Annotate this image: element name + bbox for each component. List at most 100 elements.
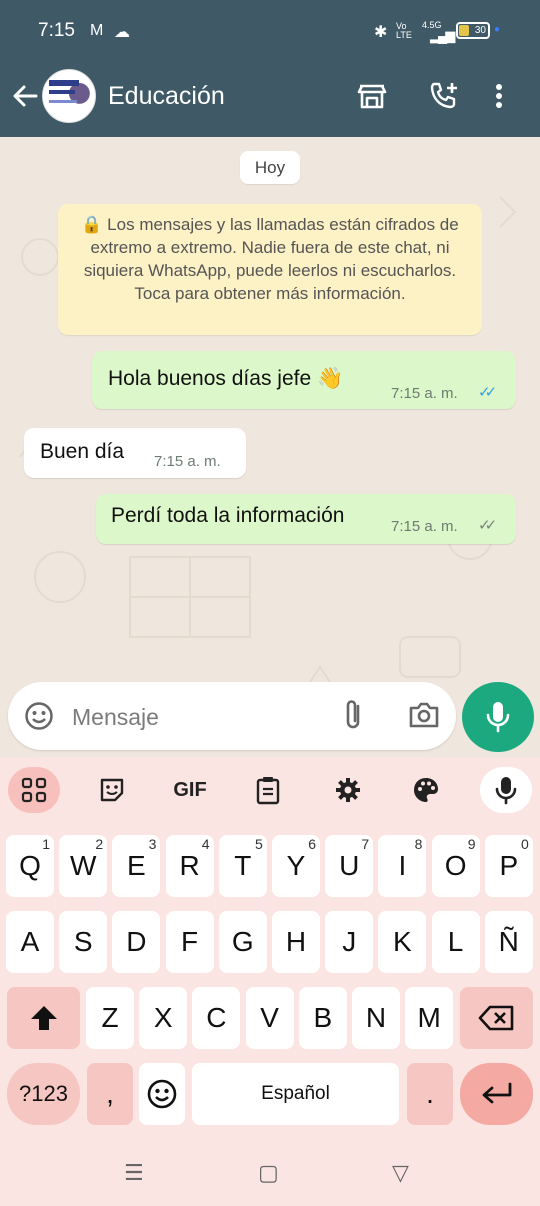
message-time: 7:15 a. m. bbox=[391, 518, 458, 535]
key-w[interactable]: W2 bbox=[59, 835, 108, 897]
key-z[interactable]: Z bbox=[86, 987, 134, 1049]
key-n[interactable]: N bbox=[352, 987, 400, 1049]
key-label: B bbox=[313, 1002, 333, 1033]
emoji-key[interactable] bbox=[139, 1063, 185, 1125]
comma-key[interactable]: , bbox=[87, 1063, 133, 1125]
backspace-icon bbox=[478, 1005, 513, 1031]
key-label: S bbox=[73, 926, 93, 957]
key-label: J bbox=[342, 926, 357, 957]
message-outgoing[interactable]: Perdí toda la información 7:15 a. m. ✓✓ bbox=[96, 494, 516, 544]
key-label: A bbox=[20, 926, 40, 957]
key-hint-number: 3 bbox=[148, 836, 157, 852]
more-vert-icon[interactable] bbox=[492, 80, 506, 112]
key-hint-number: 7 bbox=[361, 836, 370, 852]
key-y[interactable]: Y6 bbox=[272, 835, 320, 897]
key-hint-number: 5 bbox=[255, 836, 263, 852]
key-r[interactable]: R4 bbox=[165, 835, 214, 897]
store-icon[interactable] bbox=[356, 80, 388, 112]
key-s[interactable]: S bbox=[59, 911, 108, 973]
chat-title[interactable]: Educación bbox=[108, 82, 225, 111]
key-h[interactable]: H bbox=[272, 911, 320, 973]
key-d[interactable]: D bbox=[112, 911, 161, 973]
key-label: Q bbox=[19, 850, 41, 881]
key-b[interactable]: B bbox=[298, 987, 347, 1049]
encryption-notice[interactable]: 🔒 Los mensajes y las llamadas están cifr… bbox=[58, 204, 482, 335]
message-text: Perdí toda la información bbox=[111, 504, 345, 527]
key-t[interactable]: T5 bbox=[218, 835, 267, 897]
status-time: 7:15 bbox=[38, 20, 75, 41]
message-input[interactable]: Mensaje bbox=[8, 682, 456, 750]
key-p[interactable]: P0 bbox=[484, 835, 533, 897]
cloud-icon: ☁ bbox=[114, 24, 130, 41]
period-key[interactable]: . bbox=[407, 1063, 453, 1125]
voice-message-button[interactable] bbox=[462, 682, 534, 752]
space-key[interactable]: Español bbox=[192, 1063, 399, 1125]
enter-key[interactable] bbox=[460, 1063, 533, 1125]
back-icon[interactable]: ▽ bbox=[392, 1160, 409, 1186]
key-i[interactable]: I8 bbox=[378, 835, 427, 897]
camera-icon[interactable] bbox=[408, 700, 440, 730]
key-l[interactable]: L bbox=[431, 911, 480, 973]
palette-icon[interactable] bbox=[400, 767, 452, 813]
home-icon[interactable]: ▢ bbox=[258, 1160, 279, 1186]
key-label: F bbox=[181, 926, 199, 957]
keyboard: GIF Q1W2E3R4T5Y6U7I8O9P0 ASDFGHJKLÑ ZXCV… bbox=[0, 757, 540, 1206]
key-label: P bbox=[499, 850, 519, 881]
key-q[interactable]: Q1 bbox=[6, 835, 54, 897]
key-m[interactable]: M bbox=[405, 987, 454, 1049]
key-k[interactable]: K bbox=[378, 911, 427, 973]
key-label: Ñ bbox=[498, 926, 519, 957]
key-a[interactable]: A bbox=[6, 911, 54, 973]
volte-icon: Vo LTE bbox=[396, 21, 412, 40]
clipboard-icon[interactable] bbox=[242, 767, 294, 813]
attach-icon[interactable] bbox=[340, 698, 366, 732]
key-hint-number: 9 bbox=[467, 836, 476, 852]
key-o[interactable]: O9 bbox=[431, 835, 480, 897]
key-v[interactable]: V bbox=[245, 987, 294, 1049]
sticker-icon[interactable] bbox=[86, 767, 138, 813]
backspace-key[interactable] bbox=[460, 987, 533, 1049]
mic-icon bbox=[486, 702, 510, 733]
key-hint-number: 1 bbox=[42, 836, 50, 852]
key-label: O bbox=[444, 850, 467, 881]
key-label: R bbox=[179, 850, 200, 881]
shift-arrow-icon bbox=[30, 1006, 57, 1030]
shift-key[interactable] bbox=[7, 987, 80, 1049]
key-label: C bbox=[206, 1002, 227, 1033]
message-incoming[interactable]: Buen día 7:15 a. m. bbox=[24, 428, 246, 478]
key-j[interactable]: J bbox=[325, 911, 374, 973]
key-x[interactable]: X bbox=[139, 987, 188, 1049]
key-label: H bbox=[285, 926, 307, 957]
back-arrow-icon[interactable] bbox=[10, 78, 40, 114]
apps-grid-icon[interactable] bbox=[8, 767, 60, 813]
keyboard-mic-icon[interactable] bbox=[480, 767, 532, 813]
key-hint-number: 6 bbox=[308, 836, 316, 852]
message-text: Hola buenos días jefe 👋 bbox=[108, 367, 344, 390]
key-label: U bbox=[339, 850, 360, 881]
settings-icon[interactable] bbox=[322, 767, 374, 813]
key-f[interactable]: F bbox=[165, 911, 214, 973]
key-ñ[interactable]: Ñ bbox=[484, 911, 533, 973]
key-g[interactable]: G bbox=[218, 911, 267, 973]
gif-button[interactable]: GIF bbox=[164, 767, 216, 813]
key-label: Y bbox=[286, 850, 306, 881]
battery-icon: 30 bbox=[456, 22, 490, 39]
chat-header: Educación bbox=[0, 60, 540, 137]
key-u[interactable]: U7 bbox=[325, 835, 374, 897]
group-avatar[interactable] bbox=[42, 69, 96, 123]
status-bar: 7:15 M ☁ ✱ Vo LTE 4.5G ▂▄▆ 30 ● bbox=[0, 0, 540, 60]
chat-area[interactable]: Hoy 🔒 Los mensajes y las llamadas están … bbox=[0, 137, 540, 757]
add-call-icon[interactable] bbox=[428, 80, 460, 112]
message-outgoing[interactable]: Hola buenos días jefe 👋 7:15 a. m. ✓✓ bbox=[92, 351, 516, 409]
key-hint-number: 0 bbox=[521, 836, 529, 852]
compose-bar: Mensaje bbox=[0, 680, 540, 757]
key-c[interactable]: C bbox=[192, 987, 241, 1049]
emoji-key-icon bbox=[147, 1079, 177, 1109]
key-label: G bbox=[231, 926, 254, 957]
key-e[interactable]: E3 bbox=[112, 835, 161, 897]
recents-icon[interactable]: ☰ bbox=[124, 1160, 144, 1186]
symbols-key[interactable]: ?123 bbox=[7, 1063, 80, 1125]
emoji-icon[interactable] bbox=[24, 701, 54, 731]
read-receipt-icon: ✓✓ bbox=[478, 384, 497, 401]
enter-icon bbox=[482, 1082, 511, 1104]
